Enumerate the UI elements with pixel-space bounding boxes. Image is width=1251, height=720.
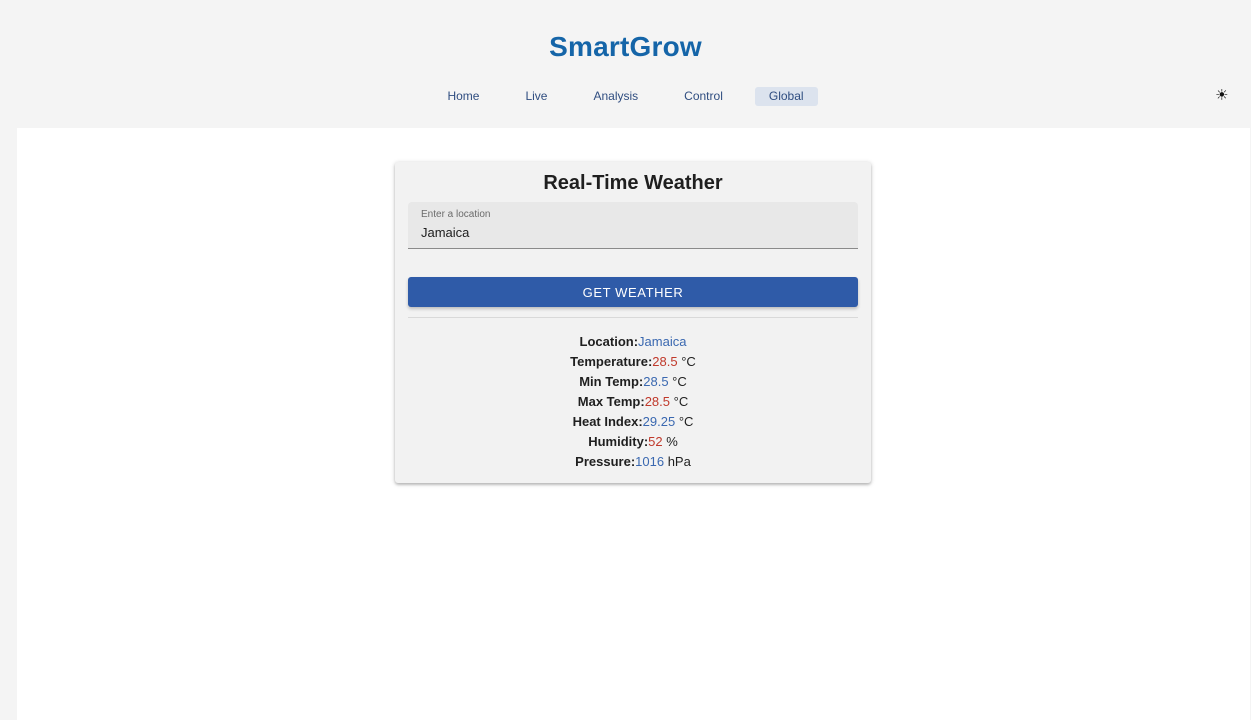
result-unit: °C	[677, 354, 696, 369]
result-row-location: Location:Jamaica	[395, 332, 871, 352]
result-label: Humidity:	[588, 434, 649, 449]
location-input[interactable]	[421, 225, 841, 240]
result-label: Max Temp:	[577, 394, 645, 409]
sun-icon[interactable]: ☀	[1215, 88, 1231, 104]
result-value: 28.5	[652, 354, 678, 369]
result-label: Location:	[579, 334, 639, 349]
nav-item-global[interactable]: Global	[754, 87, 818, 106]
divider	[408, 317, 858, 318]
main-nav: Home Live Analysis Control Global	[0, 87, 1251, 106]
app-root: SmartGrow Home Live Analysis Control Glo…	[0, 0, 1251, 720]
result-unit: °C	[668, 374, 687, 389]
result-unit: °C	[675, 414, 694, 429]
main-content: Real-Time Weather Enter a location GET W…	[17, 128, 1250, 720]
result-value: 28.5	[644, 394, 671, 409]
result-label: Heat Index:	[572, 414, 643, 429]
result-unit: °C	[670, 394, 689, 409]
result-label: Pressure:	[575, 454, 636, 469]
nav-item-home[interactable]: Home	[433, 87, 493, 106]
result-row-humidity: Humidity:52 %	[395, 432, 871, 452]
result-label: Temperature:	[570, 354, 653, 369]
result-value: 1016	[635, 454, 665, 469]
result-row-temperature: Temperature:28.5 °C	[395, 352, 871, 372]
nav-item-control[interactable]: Control	[670, 87, 737, 106]
location-field[interactable]: Enter a location	[408, 202, 858, 249]
result-value: 29.25	[642, 414, 676, 429]
nav-item-live[interactable]: Live	[511, 87, 561, 106]
result-row-max-temp: Max Temp:28.5 °C	[395, 392, 871, 412]
weather-results: Location:Jamaica Temperature:28.5 °C Min…	[395, 332, 871, 472]
result-unit: %	[662, 434, 678, 449]
result-value: Jamaica	[638, 334, 687, 349]
get-weather-button[interactable]: GET WEATHER	[408, 277, 858, 307]
app-header: SmartGrow Home Live Analysis Control Glo…	[0, 0, 1251, 128]
result-unit: hPa	[664, 454, 691, 469]
result-row-heat-index: Heat Index:29.25 °C	[395, 412, 871, 432]
result-value: 52	[648, 434, 663, 449]
result-value: 28.5	[643, 374, 669, 389]
result-row-pressure: Pressure:1016 hPa	[395, 452, 871, 472]
location-field-label: Enter a location	[421, 209, 491, 220]
result-label: Min Temp:	[579, 374, 644, 389]
result-row-min-temp: Min Temp:28.5 °C	[395, 372, 871, 392]
nav-item-analysis[interactable]: Analysis	[579, 87, 652, 106]
app-title: SmartGrow	[549, 31, 702, 62]
card-title: Real-Time Weather	[543, 172, 723, 194]
weather-card: Real-Time Weather Enter a location GET W…	[395, 162, 871, 483]
